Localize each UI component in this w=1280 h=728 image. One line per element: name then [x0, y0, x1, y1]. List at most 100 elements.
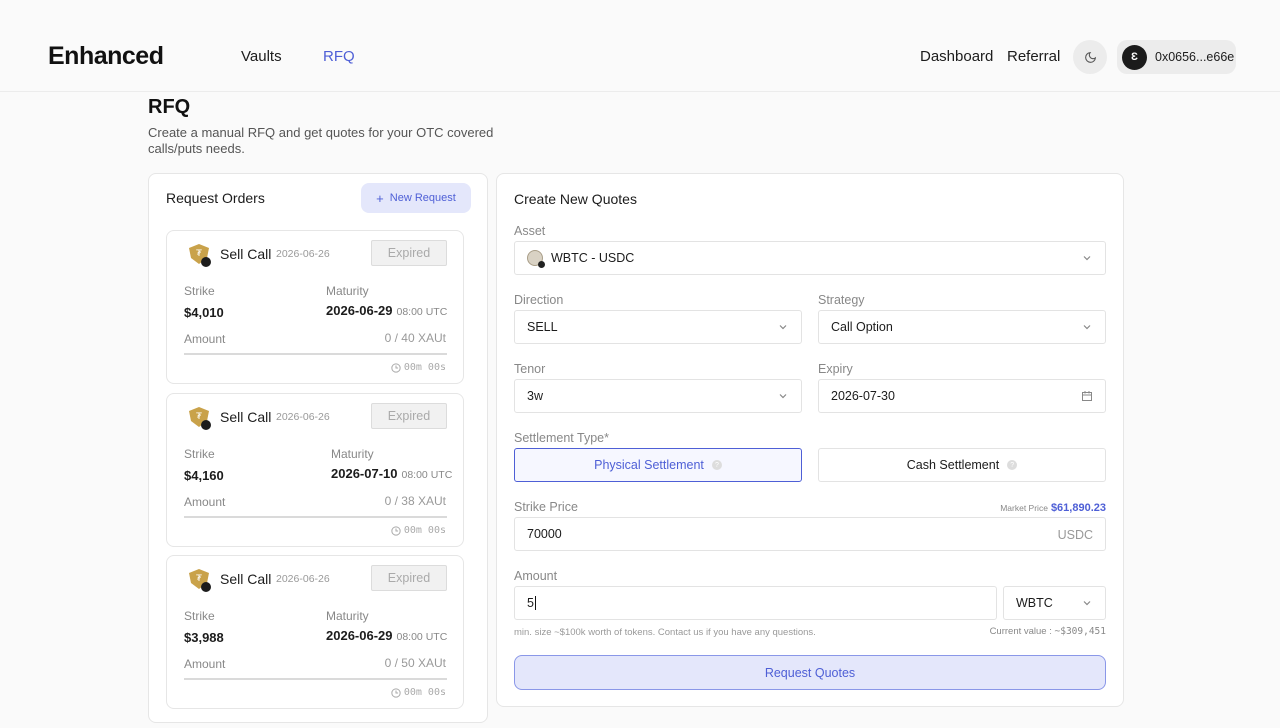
physical-settlement-option[interactable]: Physical Settlement ? — [514, 448, 802, 482]
order-date: 2026-06-26 — [276, 573, 330, 585]
theme-toggle-button[interactable] — [1073, 40, 1107, 74]
amount-field-label: Amount — [514, 569, 558, 583]
clock-icon — [391, 687, 401, 698]
svg-text:₮: ₮ — [196, 412, 202, 422]
market-price-label: Market Price — [1000, 503, 1048, 513]
direction-value: SELL — [527, 320, 558, 334]
token-icon: ₮ — [189, 407, 211, 430]
create-quotes-panel: Create New Quotes Asset WBTC - USDC Dire… — [496, 173, 1124, 707]
asset-select[interactable]: WBTC - USDC — [514, 241, 1106, 275]
amount-label: Amount — [184, 495, 226, 509]
timer-text: 00m 00s — [403, 687, 446, 698]
amount-value: 0 / 50 XAUt — [384, 656, 446, 670]
strike-label: Strike — [184, 609, 215, 623]
strike-price-input[interactable]: 70000 USDC — [514, 517, 1106, 551]
direction-label: Direction — [514, 293, 564, 307]
order-card[interactable]: ₮ Sell Call 2026-06-26 Expired Strike $4… — [166, 230, 464, 384]
maturity-label: Maturity — [331, 447, 374, 461]
strategy-value: Call Option — [831, 320, 893, 334]
market-price: Market Price $61,890.23 — [1000, 502, 1106, 514]
strike-label: Strike — [184, 447, 215, 461]
maturity-date: 2026-07-10 — [331, 466, 398, 481]
timer: 00m 00s — [391, 687, 446, 698]
page-subtitle: Create a manual RFQ and get quotes for y… — [148, 125, 494, 156]
timer-text: 00m 00s — [403, 362, 446, 373]
order-card[interactable]: ₮ Sell Call 2026-06-26 Expired Strike $4… — [166, 393, 464, 547]
physical-settlement-label: Physical Settlement — [594, 458, 704, 472]
nav-vaults[interactable]: Vaults — [241, 48, 282, 65]
timer: 00m 00s — [391, 362, 446, 373]
amount-label: Amount — [184, 657, 226, 671]
request-orders-panel: Request Orders + New Request ₮ Sell Call… — [148, 173, 488, 723]
maturity-value: 2026-06-29 08:00 UTC — [326, 303, 447, 318]
amount-input[interactable]: 5 — [514, 586, 997, 620]
chevron-down-icon — [1083, 256, 1091, 261]
maturity-time: 08:00 UTC — [396, 306, 448, 318]
wallet-button[interactable]: Ɛ 0x0656...e66e — [1117, 40, 1236, 74]
maturity-date: 2026-06-29 — [326, 628, 393, 643]
amount-input-value: 5 — [527, 596, 534, 610]
create-quotes-title: Create New Quotes — [514, 191, 637, 207]
wallet-address: 0x0656...e66e — [1155, 50, 1235, 64]
amount-label: Amount — [184, 332, 226, 346]
nav-dashboard[interactable]: Dashboard — [920, 48, 993, 65]
amount-value: 0 / 40 XAUt — [384, 331, 446, 345]
order-title: Sell Call — [220, 571, 272, 587]
strike-price-value: 70000 — [527, 527, 562, 541]
direction-select[interactable]: SELL — [514, 310, 802, 344]
timer-text: 00m 00s — [403, 525, 446, 536]
maturity-value: 2026-07-10 08:00 UTC — [331, 466, 452, 481]
status-badge: Expired — [371, 240, 447, 266]
tenor-label: Tenor — [514, 362, 546, 376]
strategy-label: Strategy — [818, 293, 865, 307]
nav-referral[interactable]: Referral — [1007, 48, 1060, 65]
request-orders-title: Request Orders — [166, 190, 265, 206]
asset-label: Asset — [514, 224, 546, 238]
amount-unit-select[interactable]: WBTC — [1003, 586, 1106, 620]
plus-icon: + — [376, 190, 384, 206]
timer: 00m 00s — [391, 525, 446, 536]
chevron-down-icon — [779, 394, 787, 399]
svg-text:₮: ₮ — [196, 249, 202, 259]
market-price-value: $61,890.23 — [1050, 502, 1106, 514]
amount-unit-value: WBTC — [1016, 596, 1053, 610]
help-icon[interactable]: ? — [711, 460, 722, 470]
tenor-select[interactable]: 3w — [514, 379, 802, 413]
settlement-label: Settlement Type* — [514, 431, 609, 445]
logo[interactable]: Enhanced — [48, 42, 164, 71]
nav-rfq[interactable]: RFQ — [323, 48, 355, 65]
chevron-down-icon — [1083, 325, 1091, 330]
cash-settlement-label: Cash Settlement — [906, 458, 1000, 472]
maturity-label: Maturity — [326, 284, 369, 298]
top-bar: Enhanced Vaults RFQ Dashboard Referral Ɛ… — [0, 0, 1280, 92]
strategy-select[interactable]: Call Option — [818, 310, 1106, 344]
maturity-value: 2026-06-29 08:00 UTC — [326, 628, 447, 643]
order-title: Sell Call — [220, 409, 272, 425]
request-quotes-button[interactable]: Request Quotes — [514, 655, 1106, 690]
calendar-icon[interactable] — [1081, 390, 1093, 402]
new-request-label: New Request — [389, 192, 456, 204]
cash-settlement-option[interactable]: Cash Settlement ? — [818, 448, 1106, 482]
strike-unit: USDC — [1057, 528, 1093, 542]
new-request-button[interactable]: + New Request — [361, 183, 471, 213]
svg-text:₮: ₮ — [196, 574, 202, 584]
tenor-value: 3w — [527, 389, 543, 403]
order-card[interactable]: ₮ Sell Call 2026-06-26 Expired Strike $3… — [166, 555, 464, 709]
strike-price-label: Strike Price — [514, 500, 578, 514]
amount-progress-bar — [184, 353, 447, 355]
help-icon[interactable]: ? — [1007, 460, 1018, 470]
expiry-date-input[interactable]: 2026-07-30 — [818, 379, 1106, 413]
wallet-avatar: Ɛ — [1122, 44, 1147, 70]
strike-value: $3,988 — [184, 630, 224, 645]
strike-value: $4,010 — [184, 305, 224, 320]
expiry-label: Expiry — [818, 362, 853, 376]
maturity-label: Maturity — [326, 609, 369, 623]
amount-progress-bar — [184, 678, 447, 680]
current-value-label: Current value : — [989, 626, 1052, 637]
moon-icon — [1084, 51, 1096, 63]
asset-icon — [527, 250, 545, 268]
token-icon: ₮ — [189, 244, 211, 267]
maturity-date: 2026-06-29 — [326, 303, 393, 318]
maturity-time: 08:00 UTC — [401, 469, 453, 481]
clock-icon — [391, 525, 401, 536]
